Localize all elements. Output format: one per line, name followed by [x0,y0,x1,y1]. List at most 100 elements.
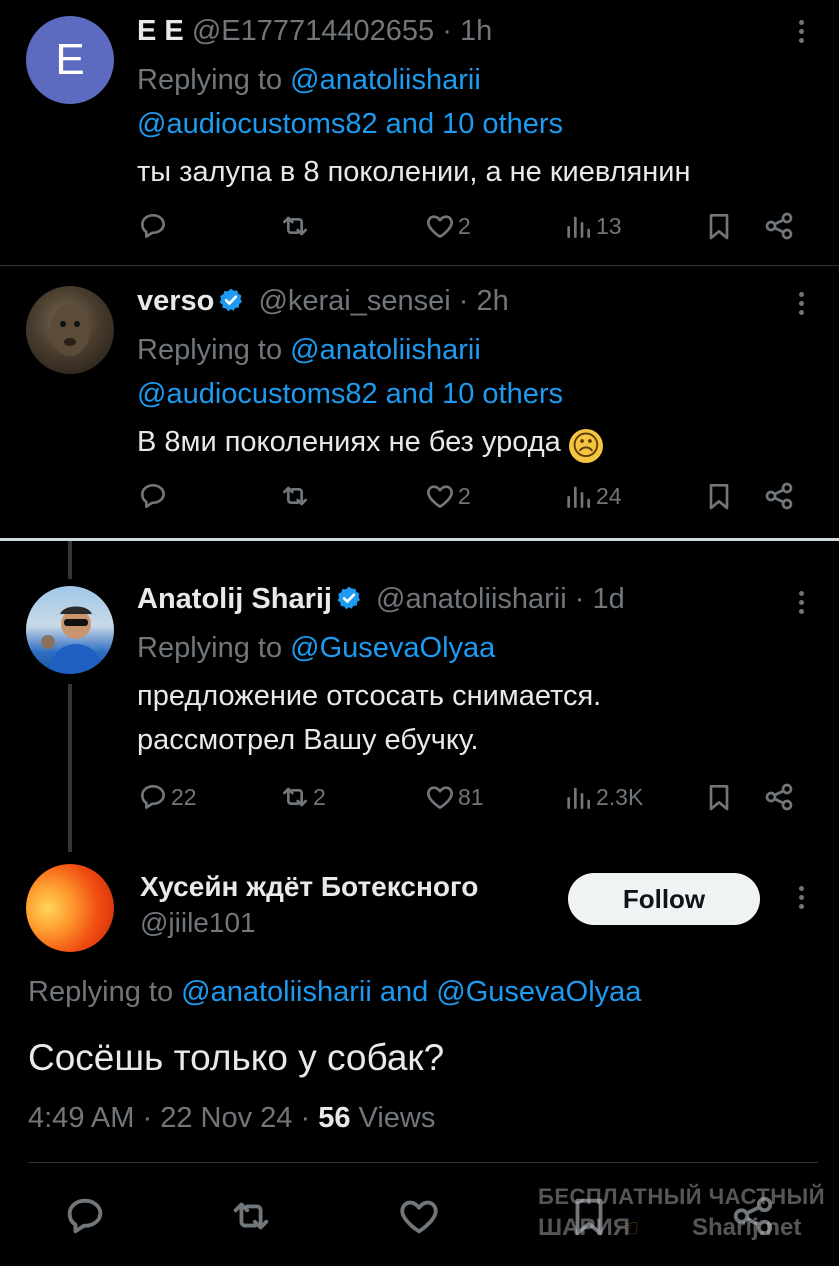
avatar[interactable] [26,286,114,374]
views-count[interactable]: 56 [318,1102,350,1134]
mention-others-link[interactable]: @audiocustoms82 and 10 others [137,378,563,410]
like-icon [400,1200,438,1234]
bookmark-button[interactable] [703,480,735,512]
share-icon [765,482,793,510]
author-handle[interactable]: @anatoliisharii [376,583,567,615]
replying-to: Replying to @anatoliisharii and @GusevaO… [28,972,641,1012]
mention-link[interactable]: @anatoliisharii [290,64,481,96]
share-button[interactable] [763,210,795,242]
replying-prefix: Replying to [28,976,182,1008]
retweet-button[interactable] [279,210,313,242]
tweet-header: E E @E177714402655 · 1h [137,14,779,48]
tweet-header: Anatolij Sharij @anatoliisharii · 1d [137,582,779,616]
retweet-button[interactable] [279,480,313,512]
like-count: 2 [458,482,471,509]
tweet-actions: 22 2 81 2.3K [137,781,807,817]
more-icon[interactable] [797,20,805,47]
retweet-button[interactable] [228,1193,274,1244]
tweet-actions: 2 13 [137,210,807,246]
like-button[interactable]: 81 [424,781,484,813]
avatar[interactable] [26,864,114,952]
author-handle[interactable]: @jiile101 [140,904,478,942]
like-count: 2 [458,212,471,239]
replying-to: Replying to @GusevaOlyaa [137,626,779,670]
reply-button[interactable] [62,1193,108,1244]
author-name[interactable]: Хусейн ждёт Ботексного [140,870,478,904]
replying-to: Replying to @anatoliisharii @audiocustom… [137,328,779,416]
timestamp[interactable]: 1d [592,583,624,615]
avatar[interactable]: E [26,16,114,104]
avatar-image [50,304,90,356]
like-button[interactable]: 2 [424,480,471,512]
bookmark-icon [709,785,729,811]
tweet-3[interactable]: Anatolij Sharij @anatoliisharii · 1d Rep… [0,541,839,841]
retweet-icon [233,1202,269,1230]
more-icon[interactable] [797,886,805,913]
timestamp[interactable]: 2h [477,285,509,317]
like-icon [427,786,453,809]
separator-dot: · [442,15,452,47]
author-name[interactable]: Anatolij Sharij [137,583,332,615]
reply-button[interactable] [137,210,171,242]
views-count: 24 [596,482,622,509]
views-button[interactable]: 24 [562,480,622,512]
mention-link[interactable]: @GusevaOlyaa [290,632,495,664]
views-count: 13 [596,212,622,239]
tweet-time[interactable]: 4:49 AM [28,1102,134,1134]
author-handle[interactable]: @kerai_sensei [258,285,450,317]
author-block: Хусейн ждёт Ботексного @jiile101 [140,870,478,942]
avatar[interactable] [26,586,114,674]
mention-link[interactable]: @GusevaOlyaa [436,976,641,1008]
reply-button[interactable]: 22 [137,781,197,813]
author-handle[interactable]: @E177714402655 [192,15,434,47]
views-button[interactable]: 2.3K [562,781,643,813]
reply-icon [141,214,165,238]
share-icon [765,783,793,811]
reply-button[interactable] [137,480,171,512]
tweet-1[interactable]: E E E @E177714402655 · 1h Replying to @a… [0,0,839,265]
views-icon [567,486,590,508]
tweet-text: Сосёшь только у собак? [28,1037,445,1078]
share-button[interactable] [763,781,795,813]
replying-prefix: Replying to [137,632,291,664]
separator-dot: · [458,285,469,317]
timestamp[interactable]: 1h [460,15,492,47]
like-button[interactable]: 2 [424,210,471,242]
reply-icon [141,484,165,508]
more-icon[interactable] [797,292,805,319]
share-icon [765,212,793,240]
follow-button[interactable]: Follow [568,873,760,925]
replying-prefix: Replying to [137,334,291,366]
views-button[interactable]: 13 [562,210,622,242]
views-label: Views [358,1102,436,1134]
author-name[interactable]: verso [137,285,214,317]
mention-and: and [371,976,437,1008]
tweet-text-line-1: предложение отсосать снимается. [137,680,602,712]
retweet-count: 2 [313,783,326,810]
separator-dot: · [142,1102,153,1134]
bookmark-icon [709,484,729,510]
tweet-text-content: В 8ми поколениях не без урода [137,426,561,458]
like-button[interactable] [396,1193,442,1244]
avatar-image [41,606,104,674]
tweet-2[interactable]: verso @kerai_sensei · 2h Replying to @an… [0,266,839,538]
separator-dot: · [574,583,585,615]
share-button[interactable] [763,480,795,512]
reply-icon [67,1198,103,1234]
tweet-date[interactable]: 22 Nov 24 [160,1102,292,1134]
author-name[interactable]: E E [137,15,184,47]
mention-link[interactable]: @anatoliisharii [181,976,372,1008]
tweet-text-line-2: рассмотрел Вашу ебучку. [137,724,479,756]
tweet-actions: 2 24 [137,480,807,516]
retweet-icon [283,486,307,506]
bookmark-button[interactable] [703,781,735,813]
bookmark-button[interactable] [703,210,735,242]
retweet-button[interactable]: 2 [279,781,326,813]
more-icon[interactable] [797,591,805,618]
views-icon [567,787,590,809]
verified-icon [337,586,360,610]
divider [28,1162,818,1163]
mention-others-link[interactable]: @audiocustoms82 and 10 others [137,108,563,140]
mention-link[interactable]: @anatoliisharii [290,334,481,366]
separator-dot: · [300,1102,311,1134]
